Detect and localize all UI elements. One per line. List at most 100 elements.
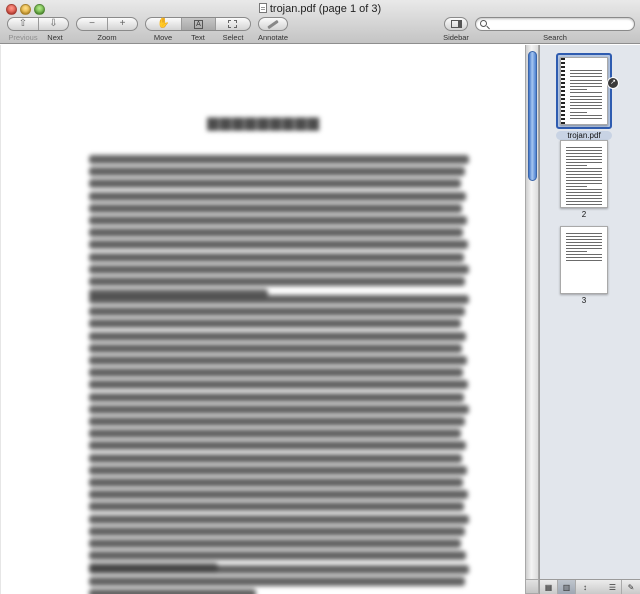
blurred-text-line — [89, 155, 469, 164]
thumbnail-text-line — [566, 236, 602, 237]
thumbnails-icon: ▥ — [562, 582, 571, 592]
blurred-text-line — [89, 203, 462, 213]
thumbnail-text-line — [570, 95, 602, 97]
move-label: Move — [153, 33, 173, 42]
blurred-text-line — [89, 429, 461, 439]
thumbnail-text-line — [566, 174, 602, 175]
hand-icon: ✋ — [157, 18, 170, 29]
scrollbar-thumb[interactable] — [528, 51, 537, 181]
blurred-text-line — [89, 392, 464, 402]
thumbnail-text-line — [566, 153, 602, 154]
document-title-blurred: ▆▆▆▆▆▆▆▆▆ — [207, 113, 320, 131]
next-page-button[interactable]: ⇩ — [37, 18, 68, 30]
sidebar-toggle-button[interactable] — [444, 17, 468, 31]
move-tool-button[interactable]: ✋ — [146, 18, 181, 30]
selected-thumbnail-frame: ↗ — [556, 53, 619, 129]
thumbnail-text-line — [570, 111, 587, 113]
blurred-text-line — [89, 380, 468, 390]
sidebar-icon — [450, 20, 462, 28]
thumbnail-text-line — [566, 177, 602, 178]
blurred-text-line — [89, 277, 465, 286]
contact-sheet-button[interactable]: ▥ — [558, 580, 576, 594]
list-view-button[interactable]: ☰ — [604, 580, 622, 594]
pdf-page-content: ▆▆▆▆▆▆▆▆▆ — [1, 45, 525, 594]
search-field[interactable] — [475, 17, 635, 31]
zoom-out-button[interactable]: − — [77, 18, 107, 30]
pencil-icon: ✎ — [627, 582, 635, 592]
thumbnail-text-line — [566, 192, 602, 193]
page-thumbnail-1[interactable]: ↗ trojan.pdf — [556, 53, 619, 140]
thumbnail-text-line — [566, 233, 602, 234]
thumbnail-image — [560, 140, 608, 208]
blurred-text-line — [89, 514, 469, 524]
blurred-text-line — [89, 179, 461, 189]
thumbnail-text-line — [570, 114, 602, 116]
text-cursor-icon: A — [194, 19, 203, 29]
window-toolbar: trojan.pdf (page 1 of 3) ⇧ ⇩ Previous Ne… — [0, 0, 640, 44]
previous-next-segmented-control: ⇧ ⇩ — [7, 17, 69, 31]
blurred-text-line — [89, 539, 461, 548]
thumbnail-label: trojan.pdf — [556, 131, 612, 140]
blurred-text-line — [89, 465, 467, 475]
list-icon: ☰ — [608, 582, 617, 592]
thumbnail-text-line — [566, 159, 602, 160]
arrow-down-icon: ⇩ — [49, 18, 58, 29]
search-input[interactable] — [490, 18, 630, 30]
blurred-text-line — [89, 356, 467, 365]
text-tool-button[interactable]: A — [181, 18, 215, 30]
blurred-text-line — [89, 577, 465, 587]
thumbnail-text-line — [570, 82, 602, 84]
document-vertical-scrollbar[interactable] — [525, 45, 539, 579]
thumbnail-text-line — [570, 92, 602, 94]
page-thumbnail-3[interactable]: 3 — [556, 226, 612, 305]
blurred-text-line — [89, 191, 466, 201]
blurred-text-line — [89, 331, 466, 341]
thumbnail-text-line — [566, 204, 602, 205]
blurred-text-line — [89, 228, 463, 238]
grid-view-button[interactable]: ▦ — [540, 580, 558, 594]
blurred-text-line — [89, 404, 469, 414]
blurred-text-line — [89, 526, 465, 536]
minus-icon: − — [89, 18, 95, 29]
grid-icon: ▦ — [544, 582, 553, 592]
blurred-text-line — [89, 319, 461, 329]
previous-page-button[interactable]: ⇧ — [8, 18, 38, 30]
thumbnail-image — [560, 57, 608, 125]
filmstrip-edge — [561, 58, 565, 124]
thumbnail-text-line — [566, 248, 602, 249]
thumbnail-text-line — [566, 162, 602, 163]
blurred-text-line — [89, 565, 469, 574]
annotation-pencil-button[interactable]: ✎ — [622, 580, 640, 594]
thumbnail-text-line — [566, 150, 602, 151]
blurred-text-line — [89, 252, 464, 262]
thumbnail-text-line — [566, 239, 602, 240]
sidebar-bottom-bar: ▦ ▥ ↕ ☰ ✎ — [539, 579, 640, 594]
bookmark-badge-icon: ↗ — [607, 77, 619, 89]
select-label: Select — [222, 33, 244, 42]
previous-label: Previous — [8, 33, 38, 42]
zoom-in-button[interactable]: + — [106, 18, 137, 30]
blurred-text-line — [89, 264, 469, 274]
tool-mode-segmented-control: ✋ A — [145, 17, 251, 31]
annotate-button[interactable] — [258, 17, 288, 31]
blurred-text-line — [89, 343, 462, 353]
thumbnail-text-line — [570, 108, 602, 110]
pencil-icon — [267, 19, 279, 29]
thumbnail-sidebar[interactable]: ↗ trojan.pdf 2 3 — [539, 45, 640, 579]
select-tool-button[interactable] — [214, 18, 250, 30]
thumbnail-image — [560, 226, 608, 294]
blurred-text-line — [89, 589, 257, 594]
thumbnail-text-line — [570, 70, 602, 71]
thumbnail-label: 3 — [581, 296, 587, 305]
page-thumbnail-2[interactable]: 2 — [556, 140, 612, 219]
blurred-text-line — [89, 502, 464, 512]
document-view[interactable]: ▆▆▆▆▆▆▆▆▆ — [0, 45, 525, 594]
plus-icon: + — [119, 18, 126, 29]
scrollbar-corner — [525, 579, 539, 594]
resize-icon: ↕ — [583, 582, 587, 592]
resize-handle[interactable]: ↕ — [576, 580, 594, 594]
thumbnail-text-line — [566, 242, 602, 243]
thumbnail-text-line — [570, 76, 602, 78]
thumbnail-text-line — [570, 89, 587, 91]
thumbnail-text-line — [566, 171, 602, 172]
